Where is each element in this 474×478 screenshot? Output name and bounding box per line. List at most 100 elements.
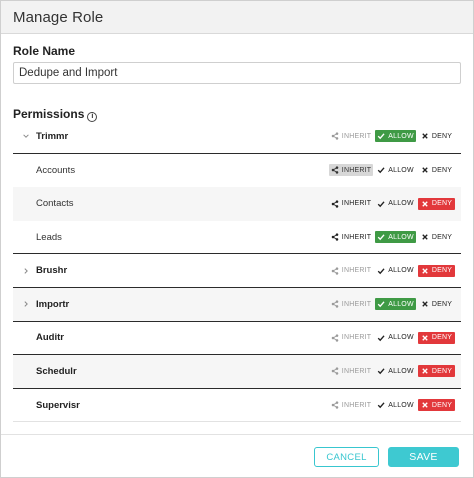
permission-toggle-group: INHERIT ALLOW DENY [329,399,455,412]
allow-option-label: ALLOW [388,367,414,375]
permission-toggle-group: INHERIT ALLOW DENY [329,298,455,311]
permission-row-trimmr: Trimmr INHERIT ALLOW DENY [13,120,461,154]
close-icon [421,300,429,308]
allow-option-label: ALLOW [388,300,414,308]
close-icon [421,367,429,375]
inherit-option-label: INHERIT [341,334,372,342]
inherit-option[interactable]: INHERIT [329,332,373,344]
deny-option[interactable]: DENY [418,130,455,142]
deny-option-label: DENY [431,267,453,275]
permission-row-label: Auditr [36,332,64,344]
check-icon [377,401,385,409]
share-icon [331,300,339,308]
check-icon [377,367,385,375]
cancel-button[interactable]: CANCEL [314,447,379,467]
allow-option[interactable]: ALLOW [375,198,416,210]
inherit-option[interactable]: INHERIT [329,298,373,310]
allow-option[interactable]: ALLOW [375,332,416,344]
inherit-option-label: INHERIT [341,300,372,308]
permission-toggle-group: INHERIT ALLOW DENY [329,365,455,378]
dialog-header: Manage Role [1,1,473,34]
share-icon [331,166,339,175]
permission-row-label: Supervisr [36,399,80,411]
deny-option[interactable]: DENY [418,197,455,210]
chevron-right-icon[interactable] [21,299,31,309]
inherit-option[interactable]: INHERIT [329,164,373,177]
chevron-right-icon[interactable] [21,266,31,276]
allow-option[interactable]: ALLOW [375,399,416,411]
allow-option[interactable]: ALLOW [375,265,416,277]
deny-option[interactable]: DENY [418,298,455,310]
allow-option[interactable]: ALLOW [375,365,416,377]
allow-option-label: ALLOW [388,401,414,409]
permission-row-brushr: Brushr INHERIT ALLOW DENY [13,254,461,288]
save-button[interactable]: SAVE [388,447,459,467]
check-icon [377,200,385,208]
inherit-option-label: INHERIT [341,267,372,275]
inherit-option-label: INHERIT [341,367,372,375]
share-icon [331,334,339,342]
share-icon [331,132,339,140]
deny-option[interactable]: DENY [418,231,455,243]
permission-row-leads: Leads INHERIT ALLOW DENY [13,221,461,255]
deny-option[interactable]: DENY [418,264,455,277]
deny-option-label: DENY [431,233,453,241]
allow-option[interactable]: ALLOW [375,164,416,176]
chevron-down-icon[interactable] [21,131,31,141]
dialog-title: Manage Role [13,8,104,26]
close-icon [421,132,429,140]
deny-option[interactable]: DENY [418,399,455,412]
check-icon [377,334,385,342]
role-name-label: Role Name [13,44,76,58]
close-icon [421,334,429,342]
inherit-option[interactable]: INHERIT [329,265,373,277]
allow-option[interactable]: ALLOW [375,298,416,311]
inherit-option[interactable]: INHERIT [329,231,373,243]
inherit-option[interactable]: INHERIT [329,365,373,377]
permission-row-supervisr: Supervisr INHERIT ALLOW DENY [13,389,461,423]
permission-toggle-group: INHERIT ALLOW DENY [329,231,455,244]
deny-option[interactable]: DENY [418,164,455,176]
inherit-option-label: INHERIT [341,233,372,241]
check-icon [377,166,385,174]
permission-toggle-group: INHERIT ALLOW DENY [329,164,455,177]
check-icon [377,300,385,308]
role-name-input[interactable] [13,62,461,84]
permission-row-label: Trimmr [36,130,69,142]
deny-option-label: DENY [431,132,453,140]
allow-option[interactable]: ALLOW [375,231,416,244]
deny-option-label: DENY [431,166,453,174]
deny-option-label: DENY [431,300,453,308]
close-icon [421,401,429,409]
permission-row-contacts: Contacts INHERIT ALLOW DENY [13,187,461,221]
permission-toggle-group: INHERIT ALLOW DENY [329,197,455,210]
deny-option[interactable]: DENY [418,365,455,378]
deny-option-label: DENY [431,200,453,208]
inherit-option[interactable]: INHERIT [329,198,373,210]
inherit-option-label: INHERIT [341,166,372,174]
check-icon [377,132,385,140]
check-icon [377,267,385,275]
permission-toggle-group: INHERIT ALLOW DENY [329,331,455,344]
share-icon [331,233,339,241]
inherit-option[interactable]: INHERIT [329,399,373,411]
permissions-list: Trimmr INHERIT ALLOW DENY Accounts INHERIT ALL… [13,120,461,423]
check-icon [377,233,385,241]
permission-row-auditr: Auditr INHERIT ALLOW DENY [13,322,461,356]
deny-option-label: DENY [431,367,453,375]
permission-row-label: Contacts [36,198,74,210]
inherit-option-label: INHERIT [341,132,372,140]
permission-toggle-group: INHERIT ALLOW DENY [329,264,455,277]
deny-option[interactable]: DENY [418,331,455,344]
share-icon [331,401,339,409]
allow-option-label: ALLOW [388,132,414,140]
manage-role-dialog: Manage Role Role Name Permissionsi Trimm… [0,0,474,478]
inherit-option-label: INHERIT [341,200,372,208]
close-icon [421,200,429,208]
permission-row-label: Schedulr [36,365,77,377]
allow-option[interactable]: ALLOW [375,130,416,143]
allow-option-label: ALLOW [388,267,414,275]
close-icon [421,267,429,275]
allow-option-label: ALLOW [388,233,414,241]
inherit-option[interactable]: INHERIT [329,130,373,142]
